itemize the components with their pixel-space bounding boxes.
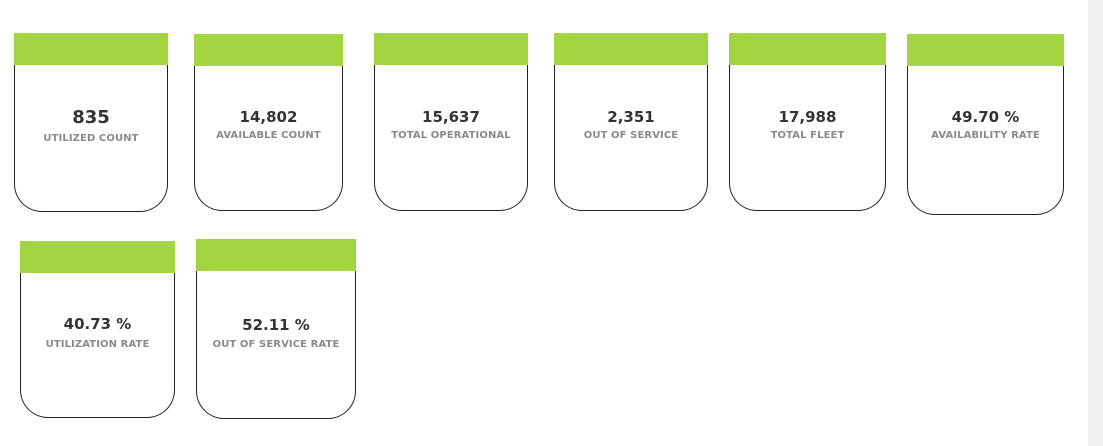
kpi-card-total-operational: 15,637 TOTAL OPERATIONAL [374,33,528,211]
kpi-label: UTILIZATION RATE [45,339,150,350]
kpi-card-header-bar [554,33,708,65]
kpi-card-header-bar [14,33,168,65]
kpi-card-body: 49.70 % AVAILABILITY RATE [907,66,1064,215]
kpi-card-body: 2,351 OUT OF SERVICE [554,65,708,211]
kpi-label: AVAILABLE COUNT [216,130,321,141]
kpi-value: 17,988 [778,108,837,126]
kpi-card-header-bar [374,33,528,65]
kpi-card-out-of-service: 2,351 OUT OF SERVICE [554,33,708,211]
scroll-gutter [1088,0,1103,446]
kpi-card-utilization-rate: 40.73 % UTILIZATION RATE [20,241,175,418]
kpi-label: UTILIZED COUNT [43,133,139,144]
kpi-card-body: 17,988 TOTAL FLEET [729,65,886,211]
kpi-card-body: 52.11 % OUT OF SERVICE RATE [196,271,356,419]
kpi-value: 49.70 % [951,108,1020,126]
dashboard-canvas: 835 UTILIZED COUNT 14,802 AVAILABLE COUN… [0,0,1088,446]
kpi-value: 52.11 % [242,316,310,334]
kpi-card-header-bar [194,34,343,66]
kpi-card-header-bar [907,34,1064,66]
kpi-label: OUT OF SERVICE [583,130,679,141]
kpi-value: 2,351 [607,108,655,126]
kpi-label: TOTAL FLEET [770,130,845,141]
kpi-label: AVAILABILITY RATE [931,130,1040,141]
kpi-card-total-fleet: 17,988 TOTAL FLEET [729,33,886,211]
kpi-card-body: 40.73 % UTILIZATION RATE [20,273,175,418]
kpi-card-header-bar [20,241,175,273]
kpi-value: 15,637 [422,108,480,126]
kpi-card-out-of-service-rate: 52.11 % OUT OF SERVICE RATE [196,239,356,419]
kpi-card-utilized-count: 835 UTILIZED COUNT [14,33,168,212]
kpi-card-available-count: 14,802 AVAILABLE COUNT [194,34,343,211]
kpi-value: 835 [72,107,110,128]
kpi-card-header-bar [196,239,356,271]
kpi-card-body: 15,637 TOTAL OPERATIONAL [374,65,528,211]
kpi-value: 40.73 % [63,315,132,333]
kpi-label: TOTAL OPERATIONAL [391,130,511,141]
kpi-card-header-bar [729,33,886,65]
kpi-label: OUT OF SERVICE RATE [212,339,340,350]
kpi-value: 14,802 [239,108,298,126]
kpi-card-body: 835 UTILIZED COUNT [14,65,168,212]
kpi-card-body: 14,802 AVAILABLE COUNT [194,66,343,211]
kpi-card-availability-rate: 49.70 % AVAILABILITY RATE [907,34,1064,215]
